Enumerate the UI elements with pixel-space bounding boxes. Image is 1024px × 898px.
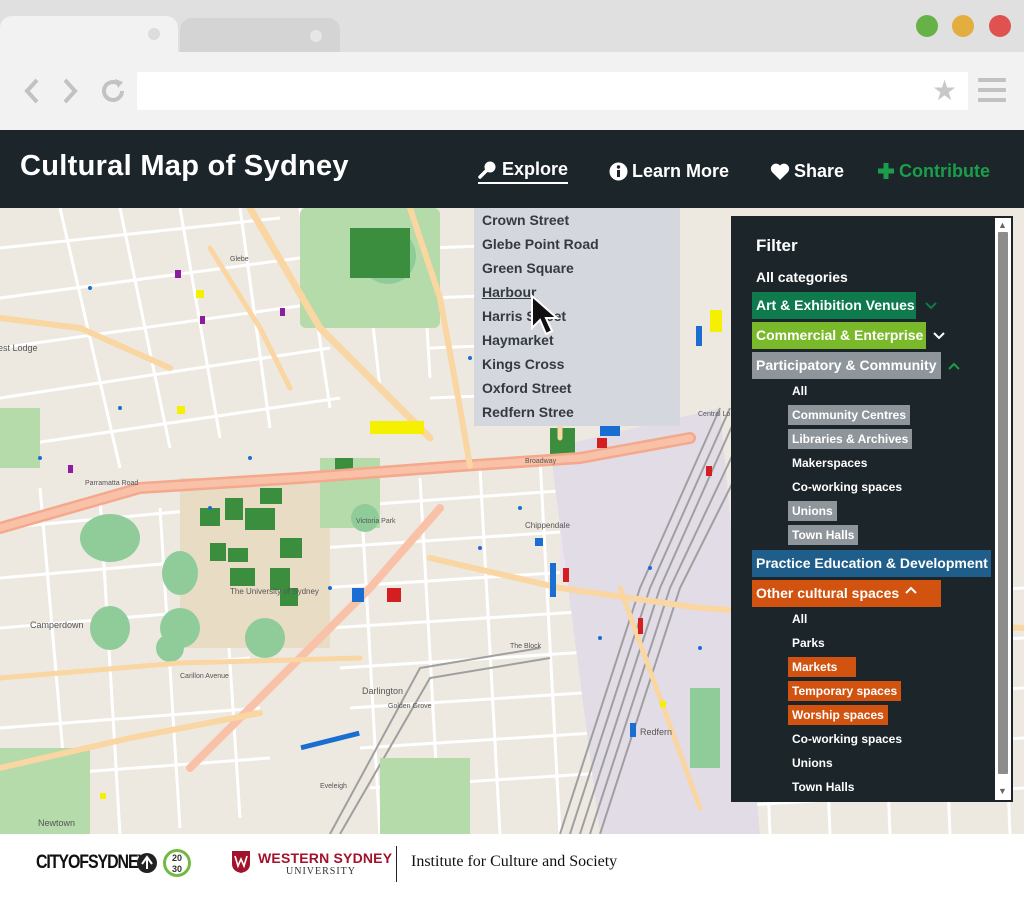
filter-panel: Filter All categories Art & Exhibition V… bbox=[731, 216, 1013, 802]
filter-sub-markets[interactable]: Markets bbox=[788, 657, 856, 677]
filter-sub-temporary-spaces[interactable]: Temporary spaces bbox=[788, 681, 902, 701]
map-label-redfern: Redfern bbox=[640, 727, 672, 737]
tab-close-icon[interactable] bbox=[310, 30, 322, 42]
chevron-down-icon[interactable] bbox=[925, 302, 937, 310]
nav-share-label: Share bbox=[794, 160, 845, 181]
map-label-darlington: Darlington bbox=[362, 686, 403, 696]
map-label-chippendale: Chippendale bbox=[525, 521, 570, 530]
filter-sub-worship-spaces[interactable]: Worship spaces bbox=[788, 705, 888, 725]
footer-divider bbox=[396, 846, 397, 882]
filter-sub-participatory-all[interactable]: All bbox=[788, 381, 811, 401]
nav-share[interactable]: Share bbox=[770, 158, 844, 184]
dropdown-item-crown-street[interactable]: Crown Street bbox=[474, 210, 680, 234]
sustainable-sydney-2030-badge: 20 30 bbox=[163, 849, 191, 877]
minimize-window-button[interactable] bbox=[916, 15, 938, 37]
filter-category-commercial-label: Commercial & Enterprise bbox=[756, 327, 924, 343]
chevron-up-icon[interactable] bbox=[948, 362, 960, 370]
nav-learn-more[interactable]: Learn More bbox=[609, 158, 729, 184]
dropdown-item-green-square[interactable]: Green Square bbox=[474, 258, 680, 282]
magnifier-icon bbox=[478, 161, 496, 179]
dropdown-item-glebe-point-road[interactable]: Glebe Point Road bbox=[474, 234, 680, 258]
scrollbar-thumb[interactable] bbox=[998, 232, 1008, 774]
heart-icon bbox=[770, 163, 790, 180]
filter-sub-coworking-spaces[interactable]: Co-working spaces bbox=[788, 477, 906, 497]
mouse-cursor-icon bbox=[531, 294, 560, 336]
filter-sub-libraries-archives[interactable]: Libraries & Archives bbox=[788, 429, 913, 449]
browser-tab[interactable] bbox=[180, 18, 340, 54]
map-label-camperdown: Camperdown bbox=[30, 620, 84, 630]
star-icon[interactable]: ★ bbox=[932, 74, 957, 108]
info-icon bbox=[609, 162, 628, 180]
map-label-eveleigh: Eveleigh bbox=[320, 783, 347, 790]
dropdown-item-kings-cross[interactable]: Kings Cross bbox=[474, 354, 680, 378]
app-header: Cultural Map of Sydney Explore Learn Mor… bbox=[0, 130, 1024, 208]
map-label-university: The University of Sydney bbox=[230, 587, 319, 596]
maximize-window-button[interactable] bbox=[952, 15, 974, 37]
wsu-name[interactable]: WESTERN SYDNEY bbox=[258, 850, 392, 866]
plus-icon bbox=[878, 163, 894, 179]
map-label-carillon: Carillon Avenue bbox=[180, 673, 229, 680]
chevron-up-icon[interactable] bbox=[905, 586, 917, 594]
map-label-glebe: Glebe bbox=[230, 256, 249, 263]
filter-category-participatory-label: Participatory & Community bbox=[756, 357, 937, 373]
scroll-up-icon[interactable]: ▲ bbox=[998, 220, 1007, 230]
reload-icon[interactable] bbox=[98, 76, 128, 112]
western-sydney-university-crest-icon bbox=[232, 851, 250, 873]
dropdown-item-harris-street[interactable]: Harris Street bbox=[474, 306, 680, 330]
city-of-sydney-logo[interactable]: CITYOFSYDNEY bbox=[36, 852, 148, 874]
filter-sub-parks[interactable]: Parks bbox=[788, 633, 829, 653]
map-label-victoria-park: Victoria Park bbox=[356, 518, 396, 525]
browser-tab-active[interactable] bbox=[0, 16, 178, 52]
wsu-subtitle: UNIVERSITY bbox=[286, 866, 356, 877]
nav-explore[interactable]: Explore bbox=[478, 158, 569, 184]
hamburger-icon[interactable] bbox=[978, 78, 1006, 102]
chevron-down-icon[interactable] bbox=[933, 332, 945, 340]
filter-category-other-label: Other cultural spaces bbox=[756, 585, 900, 601]
filter-sub-unions[interactable]: Unions bbox=[788, 501, 837, 521]
filter-sub-other-coworking-spaces[interactable]: Co-working spaces bbox=[788, 729, 906, 749]
nav-contribute[interactable]: Contribute bbox=[877, 158, 990, 184]
close-window-button[interactable] bbox=[989, 15, 1011, 37]
filter-category-commercial[interactable]: Commercial & Enterprise bbox=[752, 322, 926, 349]
map-label-broadway: Broadway bbox=[525, 458, 557, 465]
filter-sub-town-halls[interactable]: Town Halls bbox=[788, 525, 859, 545]
filter-sub-other-unions[interactable]: Unions bbox=[788, 753, 837, 773]
filter-category-practice-label: Practice Education & Development bbox=[756, 555, 988, 571]
filter-title: Filter bbox=[756, 236, 798, 255]
filter-category-participatory[interactable]: Participatory & Community bbox=[752, 352, 941, 379]
map-label-newtown: Newtown bbox=[38, 818, 75, 828]
filter-sub-other-town-halls[interactable]: Town Halls bbox=[788, 777, 858, 797]
filter-category-art[interactable]: Art & Exhibition Venues bbox=[752, 292, 916, 319]
dropdown-item-oxford-street[interactable]: Oxford Street bbox=[474, 378, 680, 402]
dropdown-item-harbour[interactable]: Harbour bbox=[474, 282, 680, 306]
browser-chrome: ★ bbox=[0, 0, 1024, 130]
nav-learn-more-label: Learn More bbox=[632, 160, 730, 181]
page-title: Cultural Map of Sydney bbox=[20, 150, 349, 182]
filter-category-practice[interactable]: Practice Education & Development bbox=[752, 550, 991, 577]
filter-all-categories[interactable]: All categories bbox=[756, 269, 848, 285]
filter-sub-community-centres[interactable]: Community Centres bbox=[788, 405, 911, 425]
explore-dropdown: Crown Street Glebe Point Road Green Squa… bbox=[474, 208, 680, 426]
forward-icon[interactable] bbox=[60, 76, 80, 112]
nav-explore-label: Explore bbox=[502, 158, 569, 179]
back-icon[interactable] bbox=[22, 76, 42, 112]
nav-contribute-label: Contribute bbox=[899, 160, 990, 181]
map-label-golden-grove: Golden Grove bbox=[388, 703, 432, 710]
filter-sub-makerspaces[interactable]: Makerspaces bbox=[788, 453, 871, 473]
map-label-the-block: The Block bbox=[510, 643, 542, 650]
city-of-sydney-emblem-icon bbox=[137, 853, 157, 873]
map-label-forest-lodge: est Lodge bbox=[0, 343, 38, 353]
ics-name[interactable]: Institute for Culture and Society bbox=[411, 853, 617, 871]
footer: CITYOFSYDNEY 20 30 WESTERN SYDNEY UNIVERS… bbox=[0, 834, 1024, 898]
tab-close-icon[interactable] bbox=[148, 28, 160, 40]
map-label-parramatta-road: Parramatta Road bbox=[85, 480, 138, 487]
dropdown-item-redfern-street[interactable]: Redfern Stree bbox=[474, 402, 680, 426]
scroll-down-icon[interactable]: ▼ bbox=[998, 786, 1007, 796]
filter-scrollbar[interactable]: ▲ ▼ bbox=[995, 218, 1011, 800]
address-bar[interactable] bbox=[137, 72, 968, 110]
filter-sub-other-all[interactable]: All bbox=[788, 609, 811, 629]
filter-category-art-label: Art & Exhibition Venues bbox=[756, 297, 915, 313]
dropdown-item-haymarket[interactable]: Haymarket bbox=[474, 330, 680, 354]
